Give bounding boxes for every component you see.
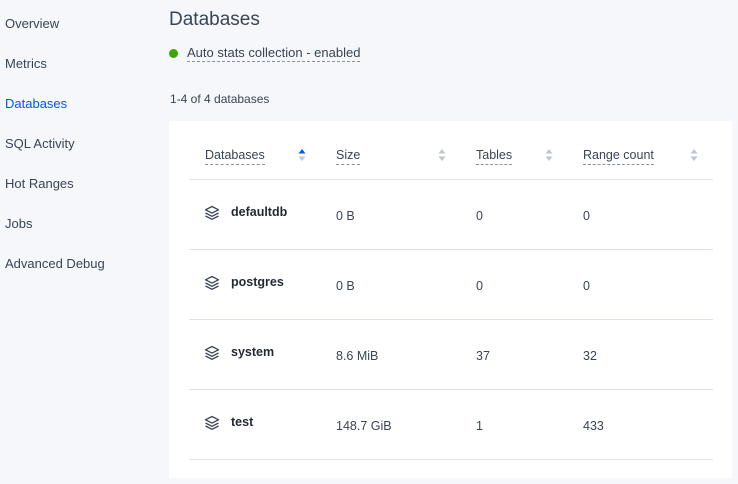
database-name-link[interactable]: postgres <box>231 275 284 289</box>
auto-stats-link[interactable]: Auto stats collection - enabled <box>187 45 361 62</box>
sidebar-item-sql-activity[interactable]: SQL Activity <box>5 136 75 151</box>
cell-size: 148.7 GiB <box>336 419 392 433</box>
database-name-link[interactable]: system <box>231 345 274 359</box>
database-stack-icon <box>204 345 220 361</box>
column-header-tables[interactable]: Tables <box>476 148 513 165</box>
cell-tables: 1 <box>476 419 483 433</box>
database-name-link[interactable]: defaultdb <box>231 205 287 219</box>
table-row: defaultdb 0 B 0 0 <box>189 180 713 250</box>
cell-tables: 37 <box>476 349 490 363</box>
column-header-range-count[interactable]: Range count <box>583 148 654 165</box>
sidebar-item-metrics[interactable]: Metrics <box>5 56 47 71</box>
sort-icon[interactable] <box>545 147 553 163</box>
status-dot-icon <box>169 48 178 58</box>
databases-table: Databases Size Tables Range count defaul… <box>169 121 732 478</box>
sidebar-item-databases[interactable]: Databases <box>5 96 67 111</box>
sort-icon[interactable] <box>438 147 446 163</box>
cell-size: 0 B <box>336 279 355 293</box>
page-title: Databases <box>169 9 260 30</box>
cell-size: 8.6 MiB <box>336 349 379 363</box>
database-name-link[interactable]: test <box>231 415 253 429</box>
auto-stats-status: Auto stats collection - enabled <box>169 44 361 62</box>
table-row: system 8.6 MiB 37 32 <box>189 320 713 390</box>
sidebar: Overview Metrics Databases SQL Activity … <box>0 0 160 484</box>
cell-range-count: 0 <box>583 209 590 223</box>
cell-tables: 0 <box>476 209 483 223</box>
column-header-databases[interactable]: Databases <box>205 148 265 165</box>
cell-range-count: 433 <box>583 419 604 433</box>
cell-size: 0 B <box>336 209 355 223</box>
cell-range-count: 0 <box>583 279 590 293</box>
cell-range-count: 32 <box>583 349 597 363</box>
database-stack-icon <box>204 205 220 221</box>
sidebar-item-overview[interactable]: Overview <box>5 16 59 31</box>
result-count: 1-4 of 4 databases <box>170 92 270 106</box>
table-row: test 148.7 GiB 1 433 <box>189 390 713 460</box>
table-row: postgres 0 B 0 0 <box>189 250 713 320</box>
sidebar-item-hot-ranges[interactable]: Hot Ranges <box>5 176 74 191</box>
sidebar-item-jobs[interactable]: Jobs <box>5 216 32 231</box>
column-header-size[interactable]: Size <box>336 148 361 165</box>
sidebar-item-advanced-debug[interactable]: Advanced Debug <box>5 256 105 271</box>
database-stack-icon <box>204 275 220 291</box>
cell-tables: 0 <box>476 279 483 293</box>
page: Overview Metrics Databases SQL Activity … <box>0 0 738 484</box>
database-stack-icon <box>204 415 220 431</box>
sort-ascending-icon[interactable] <box>298 147 306 163</box>
sort-icon[interactable] <box>690 147 698 163</box>
